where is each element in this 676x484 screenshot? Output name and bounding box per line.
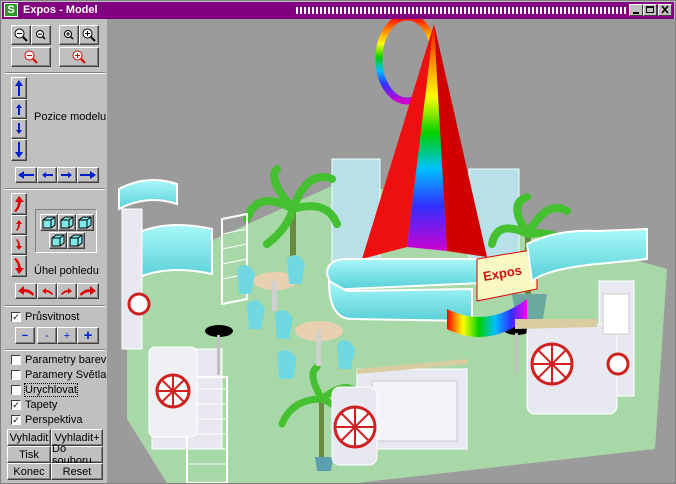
move-left-fast-button[interactable] bbox=[15, 167, 37, 183]
move-down-button[interactable] bbox=[11, 119, 27, 139]
move-down-fast-button[interactable] bbox=[11, 139, 27, 161]
separator bbox=[5, 349, 105, 351]
rotate-down-icon bbox=[14, 258, 24, 274]
minimize-button[interactable] bbox=[629, 4, 643, 16]
cube-icon bbox=[42, 216, 56, 229]
right-counter-structure bbox=[515, 227, 648, 415]
zoom-in-fast-button[interactable] bbox=[59, 47, 99, 67]
exhibition-booth-render[interactable]: Expos bbox=[107, 19, 675, 483]
view-angle-label: Úhel pohledu bbox=[34, 265, 99, 277]
left-front-panel bbox=[148, 346, 198, 438]
reset-button[interactable]: Reset bbox=[51, 463, 103, 480]
color-parameters-label: Parametry barev bbox=[25, 354, 107, 366]
accelerate-label: Urychlovat bbox=[24, 383, 78, 397]
move-up-button[interactable] bbox=[11, 99, 27, 119]
light-parameters-label: Paramery Světla bbox=[25, 369, 107, 381]
transparency-increase-fast-button[interactable]: + bbox=[77, 327, 99, 344]
separator bbox=[5, 305, 105, 307]
maximize-button[interactable] bbox=[643, 4, 657, 16]
maximize-icon bbox=[646, 6, 654, 13]
rotate-right-small-icon bbox=[61, 288, 72, 295]
transparency-decrease-button[interactable]: - bbox=[37, 327, 57, 344]
title-bar-grip bbox=[296, 7, 626, 14]
rotate-left-fast-button[interactable] bbox=[15, 283, 37, 299]
cube-icon bbox=[78, 216, 92, 229]
rotate-up-small-icon bbox=[16, 220, 22, 231]
control-panel: Pozice modelu Úhel pohledu ✓ Průsvitnost… bbox=[5, 19, 107, 481]
view-preset-group bbox=[35, 209, 97, 253]
rotate-down-small-icon bbox=[16, 239, 22, 250]
rotate-right-button[interactable] bbox=[57, 283, 77, 299]
wallpapers-label: Tapety bbox=[25, 399, 58, 411]
view-preset-2-button[interactable] bbox=[58, 214, 76, 231]
exit-button[interactable]: Konec bbox=[7, 463, 51, 480]
arrow-right-small-icon bbox=[61, 172, 72, 178]
rotate-left-small-icon bbox=[42, 288, 53, 295]
cube-icon bbox=[60, 216, 74, 229]
app-icon[interactable]: S bbox=[4, 3, 18, 17]
close-button[interactable] bbox=[658, 4, 672, 16]
accelerate-checkbox[interactable] bbox=[11, 385, 21, 395]
expos-model-window: S Expos - Model Pozice modelu Úhel pohle… bbox=[0, 0, 676, 484]
zoom-out-large-button[interactable] bbox=[11, 25, 31, 45]
rotate-down-fast-button[interactable] bbox=[11, 255, 27, 277]
rotate-right-fast-button[interactable] bbox=[77, 283, 99, 299]
move-right-button[interactable] bbox=[57, 167, 77, 183]
transparency-increase-button[interactable]: + bbox=[57, 327, 77, 344]
rotate-left-icon bbox=[18, 286, 34, 296]
model-viewport[interactable]: Expos bbox=[107, 19, 675, 483]
perspective-checkbox[interactable]: ✓ bbox=[11, 415, 21, 425]
window-title: Expos - Model bbox=[23, 4, 98, 16]
print-button[interactable]: Tisk bbox=[7, 446, 51, 463]
rotate-up-fast-button[interactable] bbox=[11, 193, 27, 215]
transparency-decrease-fast-button[interactable]: − bbox=[15, 327, 35, 344]
arrow-down-icon bbox=[15, 142, 23, 158]
zoom-in-icon bbox=[82, 28, 96, 42]
arrow-up-small-icon bbox=[16, 104, 22, 115]
zoom-out-small-button[interactable] bbox=[31, 25, 51, 45]
perspective-label: Perspektiva bbox=[25, 414, 83, 426]
transparency-checkbox[interactable]: ✓ bbox=[11, 312, 21, 322]
view-preset-4-button[interactable] bbox=[49, 232, 67, 249]
arrow-right-icon bbox=[80, 171, 96, 179]
zoom-out-red-icon bbox=[24, 50, 38, 64]
rotate-up-button[interactable] bbox=[11, 215, 27, 235]
zoom-out-small-icon bbox=[36, 30, 46, 40]
transparency-label: Průsvitnost bbox=[25, 311, 80, 323]
separator bbox=[5, 188, 105, 190]
arrow-left-small-icon bbox=[42, 172, 53, 178]
title-bar[interactable]: S Expos - Model bbox=[2, 2, 674, 19]
zoom-in-large-button[interactable] bbox=[79, 25, 99, 45]
cube-icon bbox=[51, 234, 65, 247]
save-to-file-button[interactable]: Do souboru bbox=[51, 443, 103, 467]
smooth-button[interactable]: Vyhladit bbox=[7, 429, 51, 446]
arrow-down-small-icon bbox=[16, 123, 22, 134]
separator bbox=[5, 72, 105, 74]
arrow-left-icon bbox=[18, 171, 34, 179]
zoom-in-red-icon bbox=[72, 50, 86, 64]
view-preset-3-button[interactable] bbox=[76, 214, 94, 231]
move-left-button[interactable] bbox=[37, 167, 57, 183]
light-parameters-checkbox[interactable] bbox=[11, 370, 21, 380]
zoom-in-small-button[interactable] bbox=[59, 25, 79, 45]
zoom-in-small-icon bbox=[64, 30, 74, 40]
view-preset-5-button[interactable] bbox=[67, 232, 85, 249]
close-icon bbox=[661, 5, 669, 14]
color-parameters-checkbox[interactable] bbox=[11, 355, 21, 365]
rotate-up-icon bbox=[14, 196, 24, 212]
minimize-icon bbox=[633, 12, 639, 14]
zoom-out-icon bbox=[14, 28, 28, 42]
move-right-fast-button[interactable] bbox=[77, 167, 99, 183]
wallpapers-checkbox[interactable]: ✓ bbox=[11, 400, 21, 410]
cube-icon bbox=[69, 234, 83, 247]
view-preset-1-button[interactable] bbox=[40, 214, 58, 231]
arrow-up-icon bbox=[15, 80, 23, 96]
rotate-right-icon bbox=[80, 286, 96, 296]
zoom-out-fast-button[interactable] bbox=[11, 47, 51, 67]
rotate-down-button[interactable] bbox=[11, 235, 27, 255]
rotate-left-button[interactable] bbox=[37, 283, 57, 299]
model-position-label: Pozice modelu bbox=[34, 111, 107, 123]
move-up-fast-button[interactable] bbox=[11, 77, 27, 99]
